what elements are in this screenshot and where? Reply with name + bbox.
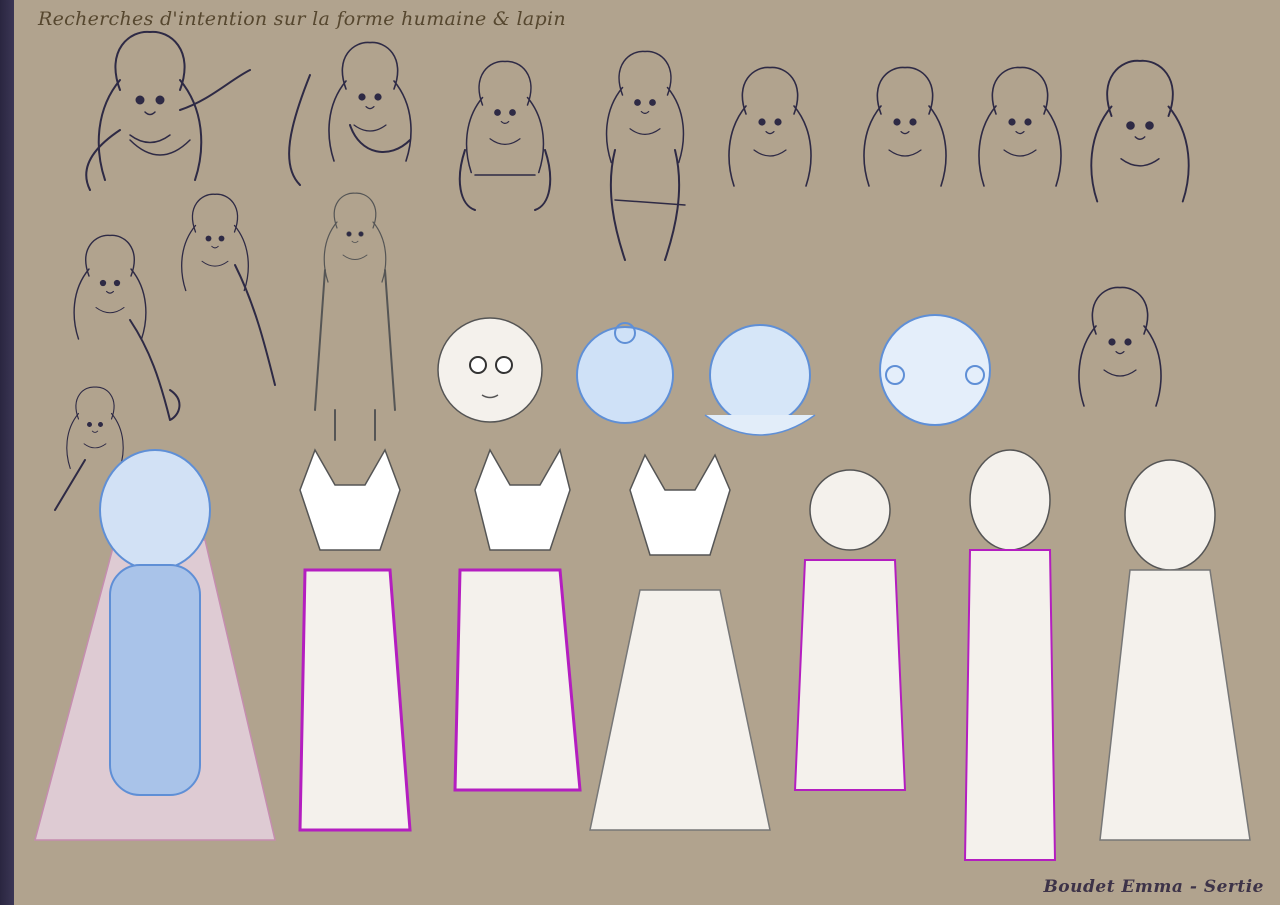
full-body-fox-2	[453, 448, 582, 792]
bunny-sketch-standing	[314, 192, 396, 441]
bunny-sketch-arms-crossed	[458, 60, 552, 211]
full-body-fox-3	[589, 453, 771, 831]
full-body-fox-1	[298, 448, 412, 832]
bunny-sketch-hug	[288, 41, 412, 186]
human-head-blue-2	[704, 324, 816, 436]
sketch-artwork	[34, 30, 1251, 861]
bunny-sketch-right	[1078, 286, 1162, 407]
bunny-sketch-waving	[85, 30, 251, 191]
human-head-white	[437, 317, 543, 423]
bunny-sketch-portrait-2	[863, 66, 947, 187]
bunny-sketch-braid-1	[73, 234, 181, 421]
full-body-three-quarter	[1099, 459, 1251, 841]
bunny-sketches-row1	[85, 30, 1190, 261]
bunny-sketch-portrait-1	[728, 66, 812, 187]
human-head-blue-1	[576, 322, 674, 424]
bunny-sketch-portrait-4	[1090, 59, 1190, 203]
full-body-blue	[34, 449, 276, 841]
bunny-sketch-braid-2	[181, 193, 276, 386]
bunny-sketch-sitting	[605, 50, 686, 261]
human-head-blue-3	[879, 314, 991, 426]
bunny-sketch-portrait-3	[978, 66, 1062, 187]
full-body-back	[963, 449, 1057, 861]
full-body-pants	[793, 469, 907, 791]
